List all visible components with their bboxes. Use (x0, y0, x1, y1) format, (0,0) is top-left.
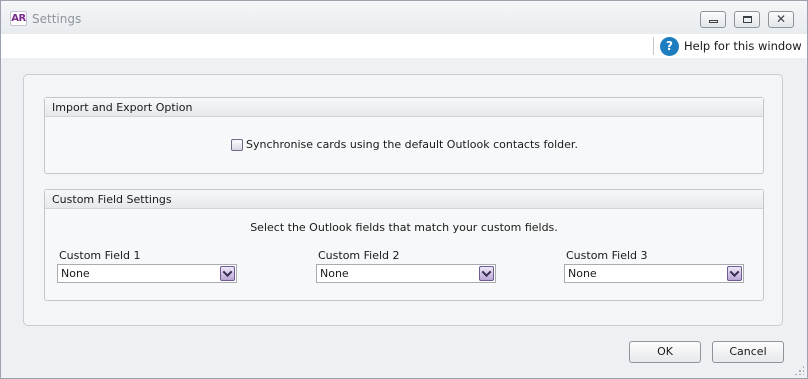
app-logo: AR (10, 11, 27, 26)
close-icon: ✕ (775, 12, 787, 26)
custom-field-header: Custom Field Settings (45, 190, 763, 209)
help-label: Help for this window (684, 39, 802, 53)
dropdown-button[interactable] (479, 266, 494, 281)
window-title: Settings (32, 12, 82, 26)
chevron-down-icon (481, 267, 492, 278)
ok-button[interactable]: OK (629, 341, 701, 363)
restore-icon (743, 16, 752, 23)
help-icon: ? (660, 36, 679, 56)
resize-grip[interactable] (794, 365, 804, 375)
dropdown-button[interactable] (220, 266, 235, 281)
sync-option: Synchronise cards using the default Outl… (231, 138, 578, 151)
chevron-down-icon (222, 267, 233, 278)
custom-field-group: Custom Field Settings Select the Outlook… (44, 189, 764, 301)
help-divider (653, 37, 654, 55)
sync-label[interactable]: Synchronise cards using the default Outl… (246, 138, 578, 151)
custom-field-2-value: None (320, 267, 349, 280)
minimize-button[interactable] (700, 11, 726, 28)
dropdown-button[interactable] (727, 266, 742, 281)
chevron-down-icon (729, 267, 740, 278)
title-bar[interactable]: AR Settings ✕ (1, 1, 807, 34)
settings-panel: Import and Export Option Synchronise car… (23, 74, 783, 326)
custom-field-3: Custom Field 3 None (564, 249, 744, 283)
custom-field-1-select[interactable]: None (57, 264, 237, 283)
close-button[interactable]: ✕ (768, 11, 794, 28)
help-link[interactable]: ? Help for this window (660, 36, 802, 56)
custom-field-3-select[interactable]: None (564, 264, 744, 283)
custom-field-2-select[interactable]: None (316, 264, 496, 283)
custom-field-2: Custom Field 2 None (316, 249, 496, 283)
custom-field-hint: Select the Outlook fields that match you… (250, 221, 558, 234)
minimize-icon (709, 20, 718, 23)
custom-field-1-label: Custom Field 1 (59, 249, 141, 262)
import-export-group: Import and Export Option Synchronise car… (44, 97, 764, 174)
sync-checkbox[interactable] (231, 138, 243, 151)
custom-field-2-label: Custom Field 2 (318, 249, 400, 262)
custom-field-3-label: Custom Field 3 (566, 249, 648, 262)
restore-button[interactable] (734, 11, 760, 28)
custom-field-3-value: None (568, 267, 597, 280)
help-bar: ? Help for this window (1, 34, 807, 58)
cancel-button[interactable]: Cancel (712, 341, 784, 363)
settings-window: AR Settings ✕ ? Help for this window Imp… (0, 0, 808, 379)
custom-field-1: Custom Field 1 None (57, 249, 237, 283)
import-export-header: Import and Export Option (45, 98, 763, 117)
custom-field-1-value: None (61, 267, 90, 280)
